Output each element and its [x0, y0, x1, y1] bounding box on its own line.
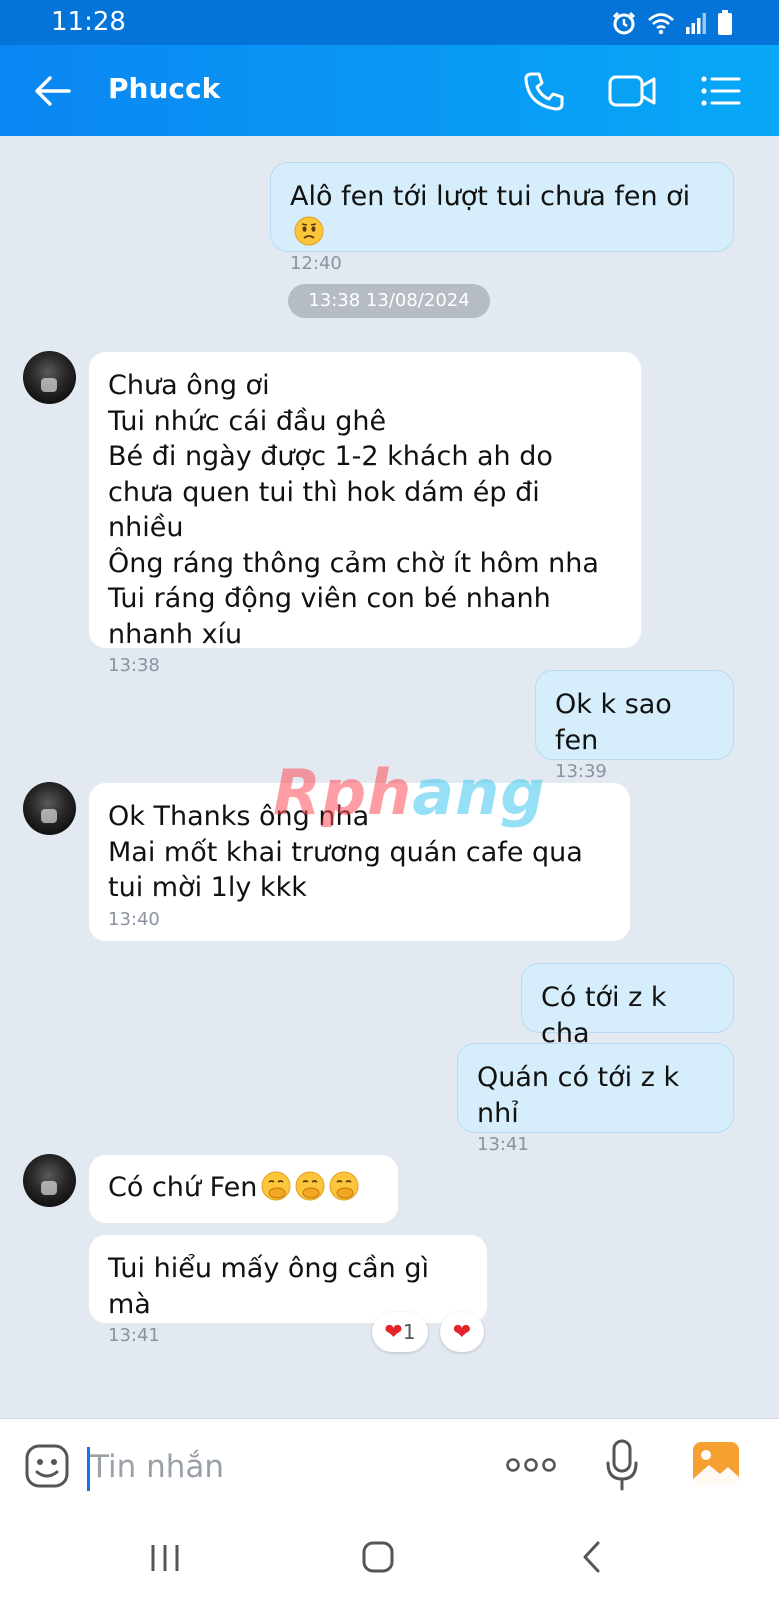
menu-list-icon[interactable] — [699, 69, 743, 113]
hand-over-mouth-icon — [261, 1171, 291, 1201]
avatar[interactable] — [23, 1154, 76, 1207]
system-back-icon[interactable] — [580, 1540, 604, 1574]
message-text: Alô fen tới lượt tui chưa fen ơi — [290, 181, 691, 212]
more-options-icon[interactable] — [506, 1455, 556, 1475]
message-bubble-incoming[interactable]: Có chứ Fen — [88, 1154, 399, 1224]
reaction-count[interactable]: ❤ 1 — [372, 1312, 428, 1352]
heart-icon: ❤ — [452, 1319, 472, 1345]
video-camera-icon[interactable] — [607, 69, 657, 113]
back-arrow-icon[interactable] — [33, 73, 73, 109]
message-bubble-outgoing[interactable]: Có tới z k cha — [521, 963, 734, 1049]
recent-apps-icon[interactable] — [149, 1543, 181, 1573]
status-time: 11:28 — [51, 7, 126, 37]
avatar[interactable] — [23, 782, 76, 835]
add-reaction-heart[interactable]: ❤ — [440, 1312, 484, 1352]
message-text: Ok k sao fen — [555, 689, 672, 756]
date-separator: 13:38 13/08/2024 — [288, 284, 490, 318]
message-bubble-outgoing[interactable]: Quán có tới z k nhỉ 13:41 — [457, 1043, 734, 1155]
message-text: Tui hiểu mấy ông cần gì mà — [108, 1253, 429, 1320]
message-text: Có tới z k cha — [541, 982, 667, 1049]
image-gallery-icon[interactable] — [692, 1441, 740, 1487]
message-time: 12:40 — [290, 253, 342, 274]
heart-icon: ❤ — [384, 1319, 403, 1345]
message-bubble-outgoing[interactable]: Ok k sao fen 13:39 — [535, 670, 734, 782]
system-nav-bar — [0, 1528, 779, 1600]
reaction-count-label: 1 — [402, 1320, 416, 1344]
home-icon[interactable] — [362, 1540, 394, 1574]
message-text: Có chứ Fen — [108, 1172, 258, 1203]
battery-icon — [718, 10, 732, 35]
chat-header: Phucck — [0, 45, 779, 136]
message-list[interactable]: Alô fen tới lượt tui chưa fen ơi 12:40 1… — [0, 136, 779, 1418]
message-time: 13:41 — [477, 1134, 529, 1155]
signal-icon — [686, 13, 706, 34]
emoji-sticker-icon[interactable] — [24, 1443, 70, 1489]
message-text: Chưa ông ơi Tui nhức cái đầu ghê Bé đi n… — [108, 370, 599, 650]
status-bar: 11:28 — [0, 0, 779, 45]
message-time: 13:40 — [108, 908, 160, 930]
message-bubble-incoming[interactable]: Chưa ông ơi Tui nhức cái đầu ghê Bé đi n… — [88, 351, 642, 676]
alarm-icon — [612, 11, 636, 35]
contact-name[interactable]: Phucck — [108, 72, 220, 105]
hand-over-mouth-icon — [329, 1171, 359, 1201]
microphone-icon[interactable] — [605, 1439, 639, 1491]
message-input[interactable]: Tin nhắn — [90, 1449, 224, 1485]
message-bubble-incoming[interactable]: Tui hiểu mấy ông cần gì mà 13:41 — [88, 1234, 488, 1346]
message-text: Quán có tới z k nhỉ — [477, 1062, 680, 1129]
status-icons — [611, 10, 733, 36]
watermark-logo: Rphang — [273, 756, 546, 829]
worried-face-icon — [294, 216, 324, 245]
phone-icon[interactable] — [522, 69, 566, 113]
avatar[interactable] — [23, 351, 76, 404]
message-time: 13:39 — [555, 761, 607, 782]
hand-over-mouth-icon — [295, 1171, 325, 1201]
wifi-icon — [648, 13, 674, 35]
message-bubble-outgoing[interactable]: Alô fen tới lượt tui chưa fen ơi 12:40 — [270, 162, 734, 274]
message-input-bar: Tin nhắn — [0, 1418, 779, 1529]
